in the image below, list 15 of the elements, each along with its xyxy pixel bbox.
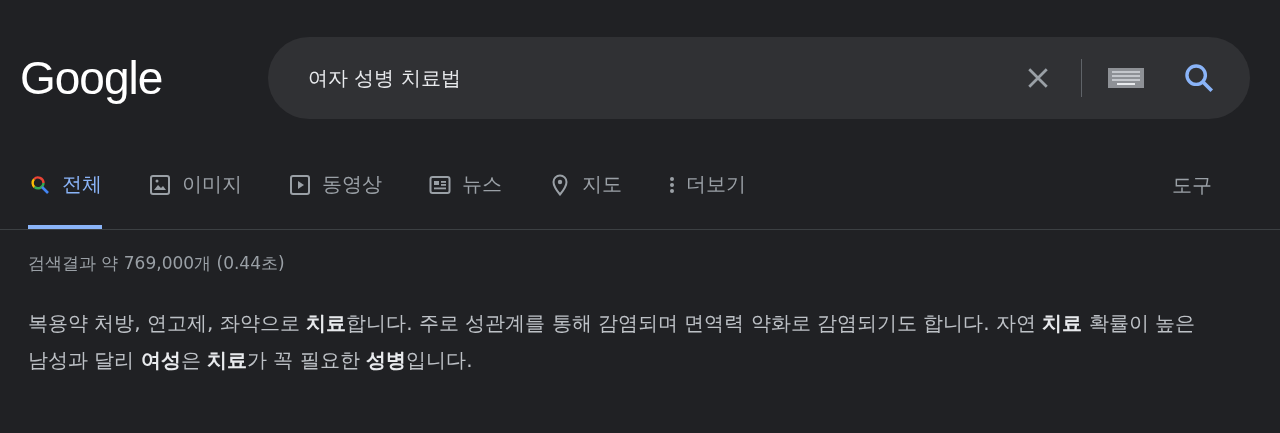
- tools-button[interactable]: 도구: [1172, 156, 1212, 229]
- search-tab[interactable]: 지도: [548, 156, 622, 229]
- keyboard-icon[interactable]: [1108, 68, 1144, 88]
- search-tab[interactable]: 뉴스: [428, 156, 502, 229]
- result-snippet: 복용약 처방, 연고제, 좌약으로 치료합니다. 주로 성관계를 통해 감염되며 면역력 약화로 감염되기도 합니다. 자연 치료 확률이 높은 남성과 달리 여성은 치료가 꼭 필요한 성병입니다.: [28, 310, 1197, 374]
- search-tab[interactable]: 이미지: [148, 156, 242, 229]
- search-field[interactable]: 여자 성병 치료법: [306, 65, 1023, 91]
- search-icon[interactable]: [1182, 61, 1216, 95]
- result-stats: 검색결과 약 769,000개 (0.44초): [28, 252, 286, 275]
- google-logo[interactable]: Google: [20, 51, 268, 105]
- search-tab[interactable]: 동영상: [288, 156, 382, 229]
- search-tab[interactable]: 전체: [28, 156, 102, 229]
- image-icon: [148, 172, 172, 197]
- search-tab[interactable]: 더보기: [668, 156, 746, 229]
- play-icon: [288, 172, 312, 197]
